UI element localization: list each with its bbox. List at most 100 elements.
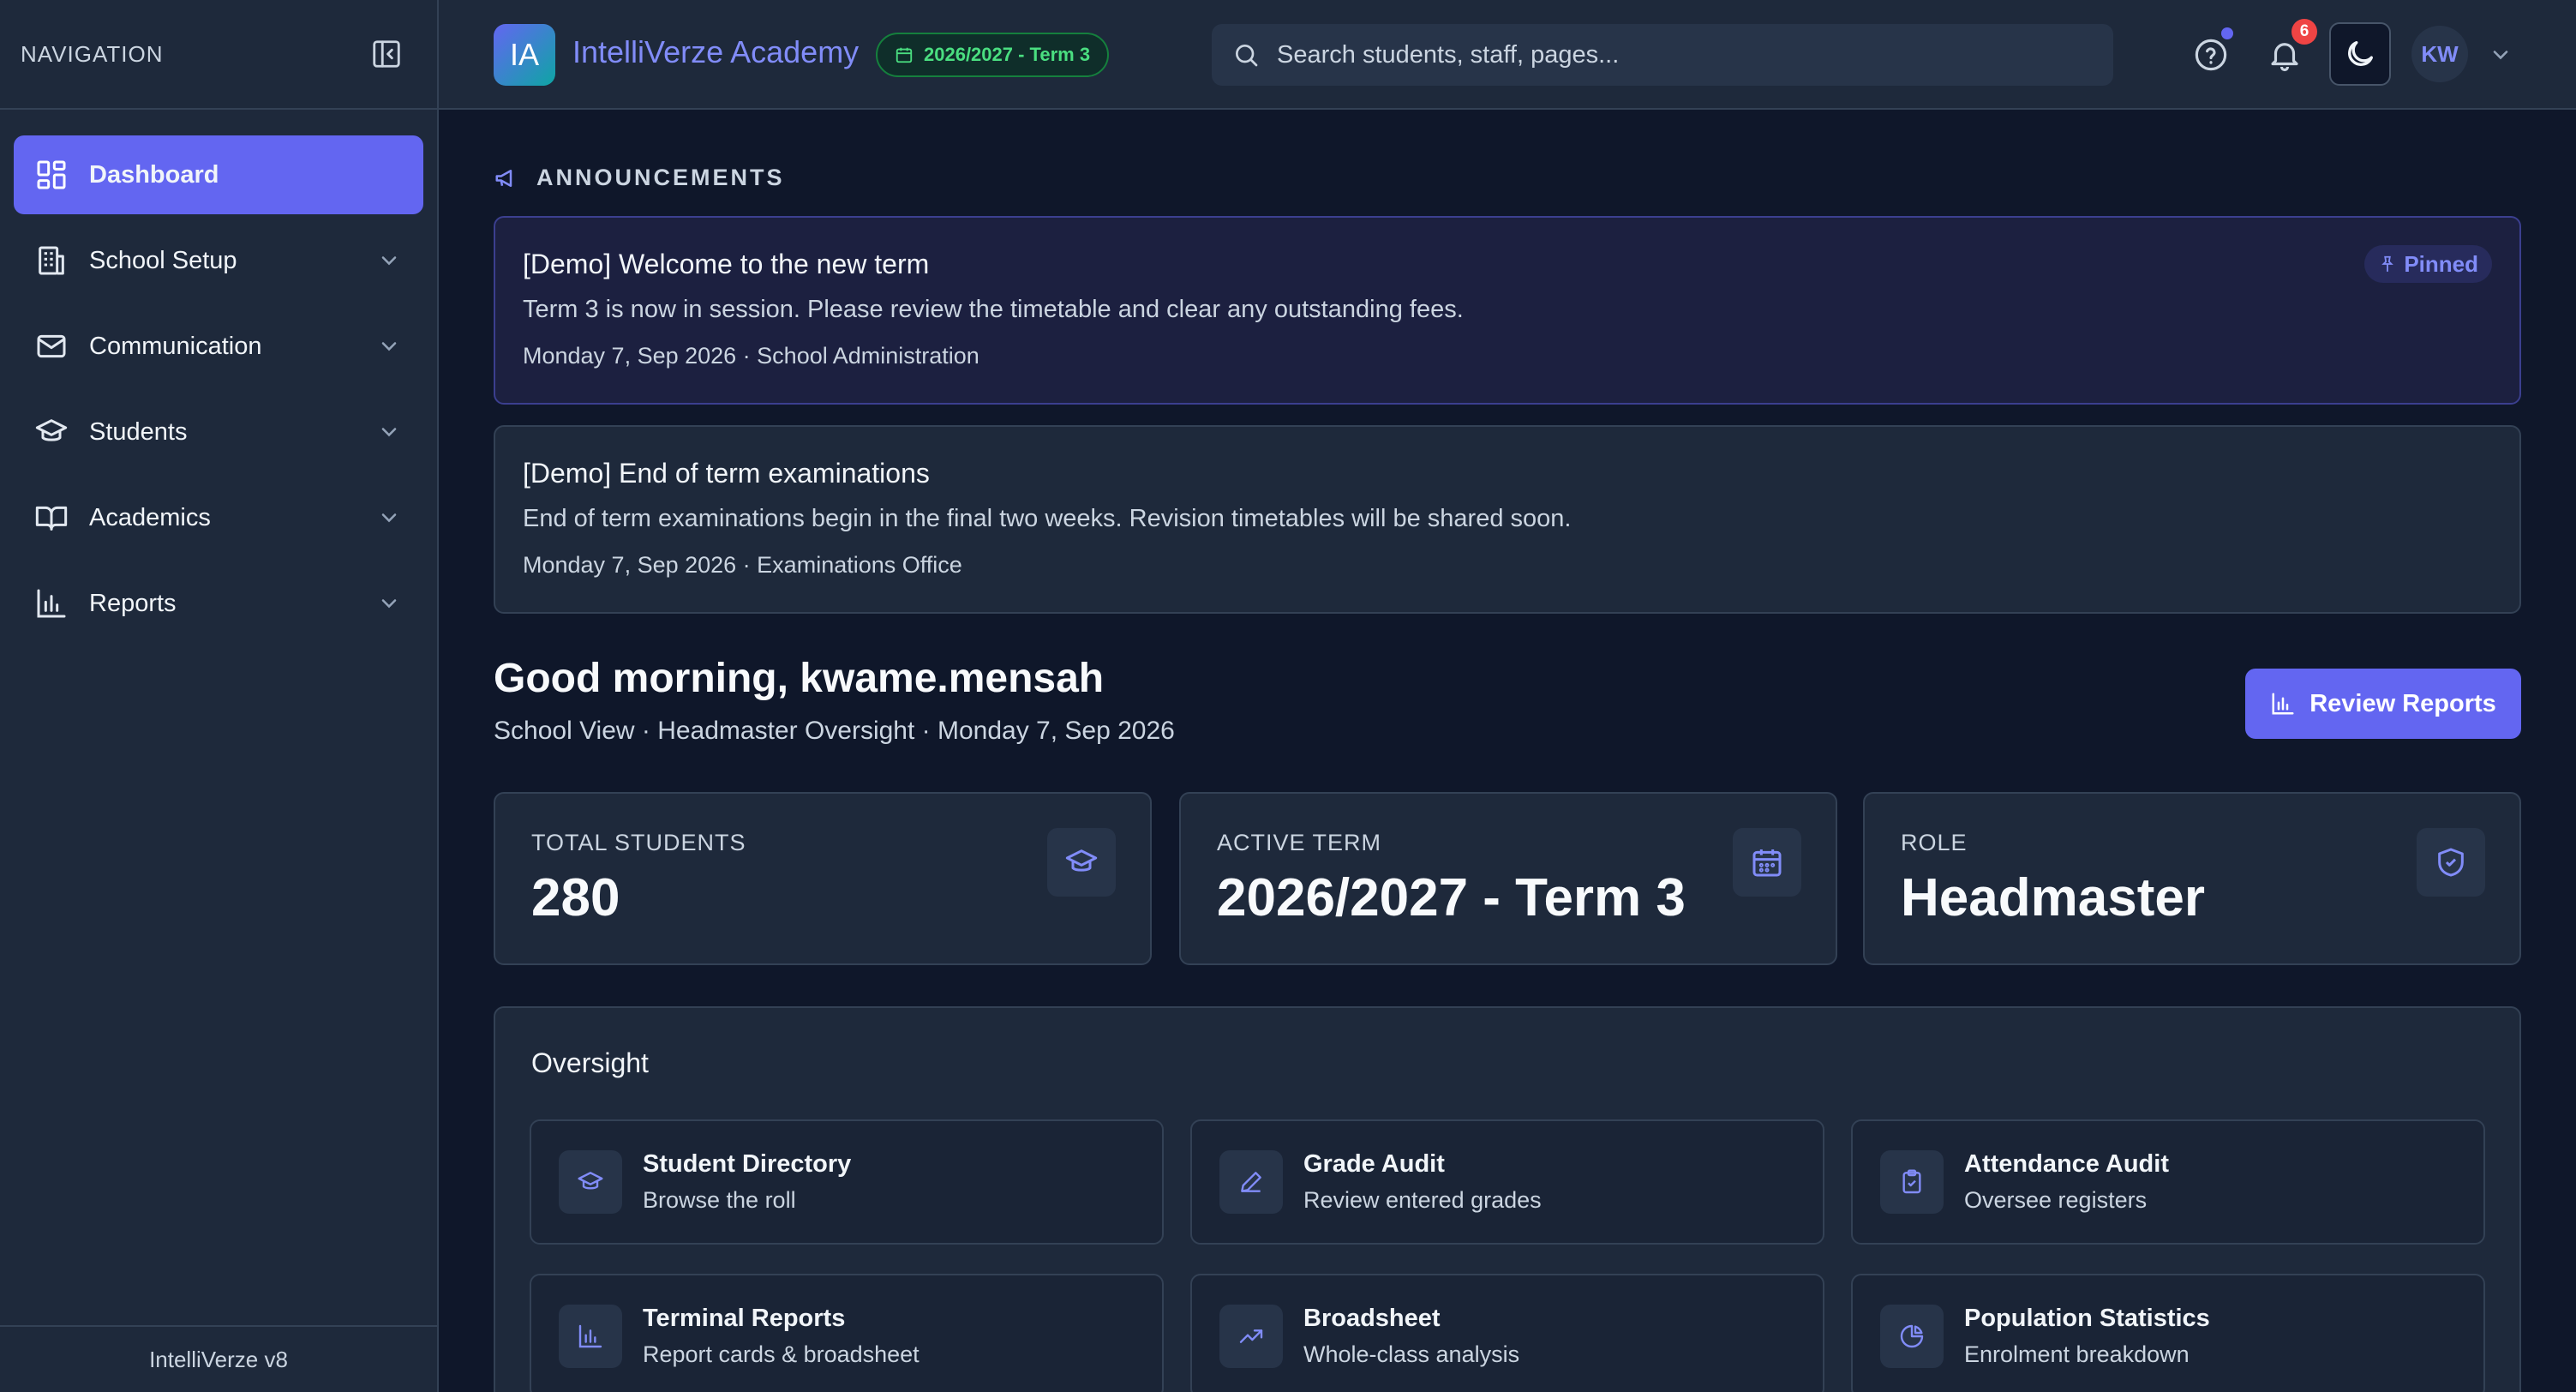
tile-title: Grade Audit (1303, 1150, 1445, 1178)
sidebar-item-label: Students (89, 417, 188, 446)
stat-label: TOTAL STUDENTS (531, 830, 746, 855)
bar-chart-icon (34, 586, 69, 621)
moon-icon (2343, 37, 2377, 71)
announcements-heading: ANNOUNCEMENTS (494, 165, 785, 191)
announcement-body: Term 3 is now in session. Please review … (523, 296, 1464, 323)
chevron-down-icon (377, 506, 401, 530)
tile-attendance-audit[interactable]: Attendance Audit Oversee registers (1851, 1119, 2485, 1245)
sidebar: NAVIGATION Dashboard School Setup Commun… (0, 0, 439, 1392)
review-reports-button[interactable]: Review Reports (2245, 669, 2521, 739)
sidebar-nav: Dashboard School Setup Communication Stu… (0, 110, 437, 643)
greeting-title: Good morning, kwame.mensah (494, 656, 1105, 701)
chevron-down-icon (377, 591, 401, 615)
sidebar-item-label: Communication (89, 332, 262, 360)
chevron-down-icon[interactable] (2489, 43, 2513, 67)
bar-chart-icon (559, 1305, 622, 1368)
dashboard-icon (34, 158, 69, 192)
tile-subtitle: Report cards & broadsheet (643, 1341, 920, 1367)
tile-subtitle: Review entered grades (1303, 1187, 1542, 1213)
sidebar-header: NAVIGATION (0, 0, 437, 110)
chevron-down-icon (377, 420, 401, 444)
sidebar-footer: IntelliVerze v8 (0, 1325, 437, 1392)
sidebar-item-dashboard[interactable]: Dashboard (14, 135, 423, 214)
pin-icon (2378, 255, 2404, 273)
calendar-icon (1733, 828, 1801, 897)
stat-value: Headmaster (1901, 868, 2205, 927)
tile-population-statistics[interactable]: Population Statistics Enrolment breakdow… (1851, 1274, 2485, 1392)
sidebar-item-communication[interactable]: Communication (14, 307, 423, 386)
sidebar-item-students[interactable]: Students (14, 393, 423, 471)
help-circle-icon (2193, 37, 2229, 73)
search-box[interactable] (1212, 24, 2113, 86)
notification-count-badge: 6 (2291, 19, 2317, 45)
clipboard-check-icon (1880, 1150, 1944, 1214)
oversight-title: Oversight (531, 1047, 649, 1078)
user-avatar[interactable]: KW (2411, 26, 2468, 82)
tile-title: Terminal Reports (643, 1305, 846, 1332)
app-logo[interactable]: IA (494, 24, 555, 86)
stat-value: 280 (531, 868, 620, 927)
oversight-panel: Oversight Student Directory Browse the r… (494, 1006, 2521, 1392)
stat-value: 2026/2027 - Term 3 (1217, 868, 1686, 927)
review-reports-label: Review Reports (2309, 689, 2496, 717)
megaphone-icon (494, 165, 536, 191)
bar-chart-icon (2270, 691, 2309, 717)
pie-chart-icon (1880, 1305, 1944, 1368)
announcement-title: [Demo] End of term examinations (523, 458, 930, 489)
tile-title: Student Directory (643, 1150, 852, 1178)
pen-icon (1219, 1150, 1283, 1214)
stat-label: ACTIVE TERM (1217, 830, 1382, 855)
tile-subtitle: Browse the roll (643, 1187, 796, 1213)
announcement-title: [Demo] Welcome to the new term (523, 249, 930, 279)
shield-check-icon (2417, 828, 2485, 897)
sidebar-item-label: Reports (89, 589, 177, 617)
sidebar-collapse-icon[interactable] (370, 38, 403, 70)
stat-card-total-students: TOTAL STUDENTS 280 (494, 792, 1152, 965)
tile-title: Attendance Audit (1964, 1150, 2169, 1178)
tile-subtitle: Oversee registers (1964, 1187, 2148, 1213)
top-header: IA IntelliVerze Academy 2026/2027 - Term… (439, 0, 2576, 110)
help-indicator-dot (2221, 27, 2233, 39)
sidebar-item-school-setup[interactable]: School Setup (14, 221, 423, 300)
term-label: 2026/2027 - Term 3 (924, 44, 1091, 65)
search-icon (1232, 41, 1260, 69)
tile-subtitle: Enrolment breakdown (1964, 1341, 2190, 1367)
announcement-body: End of term examinations begin in the fi… (523, 505, 1572, 532)
term-badge[interactable]: 2026/2027 - Term 3 (876, 33, 1110, 77)
announcement-meta: Monday 7, Sep 2026 · Examinations Office (523, 552, 962, 578)
tile-student-directory[interactable]: Student Directory Browse the roll (530, 1119, 1164, 1245)
tile-terminal-reports[interactable]: Terminal Reports Report cards & broadshe… (530, 1274, 1164, 1392)
sidebar-item-academics[interactable]: Academics (14, 478, 423, 557)
stat-card-active-term: ACTIVE TERM 2026/2027 - Term 3 (1179, 792, 1837, 965)
app-name[interactable]: IntelliVerze Academy (572, 34, 859, 70)
tile-subtitle: Whole-class analysis (1303, 1341, 1520, 1367)
tile-broadsheet[interactable]: Broadsheet Whole-class analysis (1190, 1274, 1824, 1392)
announcement-card[interactable]: [Demo] End of term examinations End of t… (494, 425, 2521, 614)
help-button[interactable] (2187, 27, 2235, 79)
stat-label: ROLE (1901, 830, 1968, 855)
sidebar-title: NAVIGATION (21, 40, 164, 67)
announcements-title: ANNOUNCEMENTS (536, 165, 785, 190)
search-input[interactable] (1277, 40, 2048, 69)
pinned-label: Pinned (2404, 250, 2478, 277)
sidebar-item-reports[interactable]: Reports (14, 564, 423, 643)
sidebar-item-label: Academics (89, 503, 211, 531)
tile-title: Population Statistics (1964, 1305, 2210, 1332)
greeting-subtitle: School View · Headmaster Oversight · Mon… (494, 717, 1175, 745)
tile-title: Broadsheet (1303, 1305, 1441, 1332)
calendar-icon (895, 45, 924, 64)
pinned-badge: Pinned (2364, 245, 2492, 283)
trending-up-icon (1219, 1305, 1283, 1368)
graduation-cap-icon (1047, 828, 1116, 897)
mail-icon (34, 329, 69, 363)
theme-toggle-button[interactable] (2329, 22, 2391, 86)
graduation-cap-icon (559, 1150, 622, 1214)
tile-grade-audit[interactable]: Grade Audit Review entered grades (1190, 1119, 1824, 1245)
announcement-meta: Monday 7, Sep 2026 · School Administrati… (523, 343, 979, 369)
building-icon (34, 243, 69, 278)
sidebar-item-label: Dashboard (89, 160, 219, 189)
book-open-icon (34, 501, 69, 535)
announcement-card[interactable]: [Demo] Welcome to the new term Term 3 is… (494, 216, 2521, 405)
notifications-button[interactable]: 6 (2261, 19, 2317, 79)
chevron-down-icon (377, 249, 401, 273)
